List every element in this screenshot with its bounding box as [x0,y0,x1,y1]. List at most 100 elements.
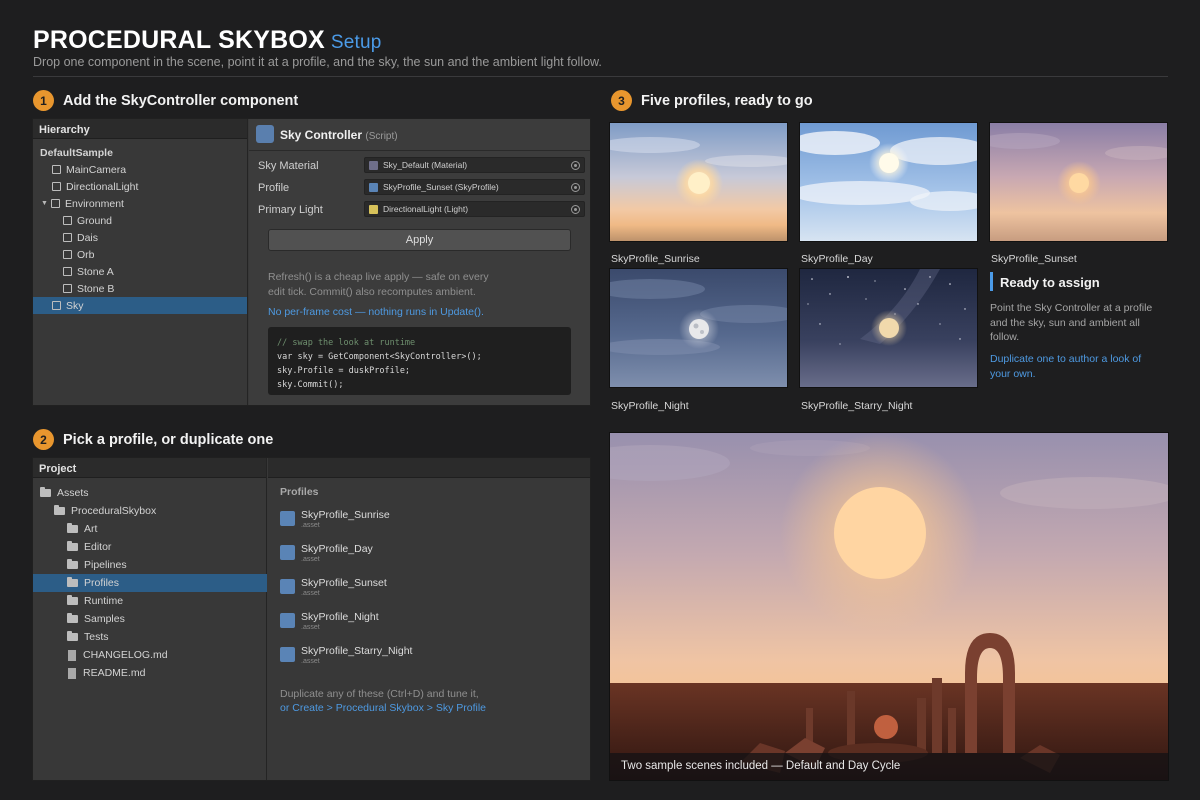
folder-icon [67,523,78,533]
gameobject-icon [63,233,72,242]
inspector-panel: Sky Controller (Script) Sky Material Sky… [249,119,590,405]
sky-profile-asset-icon [280,545,295,560]
duplicate-link[interactable]: Duplicate one to author a look of your o… [990,352,1160,381]
asset-skyprofile-night[interactable]: SkyProfile_Night .asset [280,611,379,631]
primary-light-field[interactable]: DirectionalLight (Light) [364,201,585,217]
file-changelog[interactable]: CHANGELOG.md [33,646,267,664]
primary-light-value: DirectionalLight (Light) [383,204,469,214]
sky-profile-asset-icon [280,647,295,662]
asset-skyprofile-starry-night[interactable]: SkyProfile_Starry_Night .asset [280,645,412,665]
sky-profile-asset-icon [280,511,295,526]
page-tagline: Drop one component in the scene, point i… [33,55,602,69]
folder-icon [54,505,65,515]
folder-label: Editor [84,541,112,553]
asset-name: SkyProfile_Day [301,543,373,555]
folder-icon [67,595,78,605]
folder-icon [67,613,78,623]
sky-material-field[interactable]: Sky_Default (Material) [364,157,585,173]
asset-skyprofile-sunrise[interactable]: SkyProfile_Sunrise .asset [280,509,390,529]
profile-field[interactable]: SkyProfile_Sunset (SkyProfile) [364,179,585,195]
document-icon [68,667,76,679]
night-sky-image [610,269,787,387]
profile-swatch-icon [369,182,378,192]
thumb-sunrise[interactable] [609,122,788,242]
asset-name: SkyProfile_Starry_Night [301,645,413,657]
object-picker-icon[interactable] [571,161,580,170]
thumb-night[interactable] [609,268,788,388]
thumb-starry-night[interactable] [799,268,978,388]
project-panel: Project Assets ProceduralSkybox Art Edit… [32,457,591,781]
hierarchy-header: Hierarchy [33,119,247,139]
folder-profiles[interactable]: Profiles [33,574,267,592]
day-sky-image [800,123,977,241]
folder-tests[interactable]: Tests [33,628,267,646]
code-line: sky.Profile = duskProfile; [277,366,411,376]
script-icon [256,125,274,143]
step-1-title: Add the SkyController component [63,92,299,109]
hero-scene-image: Two sample scenes included — Default and… [609,432,1169,781]
hierarchy-item-label: MainCamera [66,163,127,176]
hierarchy-item-orb[interactable]: Orb [33,246,247,263]
asset-skyprofile-day[interactable]: SkyProfile_Day .asset [280,543,373,563]
folder-samples[interactable]: Samples [33,610,267,628]
folder-icon [67,559,78,569]
step-2-heading: 2 Pick a profile, or duplicate one [33,429,273,450]
asset-skyprofile-sunset[interactable]: SkyProfile_Sunset .asset [280,577,387,597]
duplicate-hint: Duplicate any of these (Ctrl+D) and tune… [280,688,479,700]
folder-label: Runtime [84,595,124,607]
file-readme[interactable]: README.md [33,664,267,682]
folder-editor[interactable]: Editor [33,538,267,556]
hierarchy-item-label: DefaultSample [40,146,113,159]
folder-runtime[interactable]: Runtime [33,592,267,610]
step-2-title: Pick a profile, or duplicate one [63,431,274,448]
gameobject-icon [52,182,61,191]
hierarchy-item-label: Sky [66,299,84,312]
folder-label: Art [84,523,98,535]
hierarchy-item-dais[interactable]: Dais [33,229,247,246]
code-line: sky.Commit(); [277,380,344,390]
hierarchy-item-label: Stone B [77,282,115,295]
hierarchy-item-maincamera[interactable]: MainCamera [33,161,247,178]
component-title: Sky Controller (Script) [280,128,398,142]
light-swatch-icon [369,204,378,214]
hierarchy-item-ground[interactable]: Ground [33,212,247,229]
hierarchy-item-stone-a[interactable]: Stone A [33,263,247,280]
create-menu-link[interactable]: or Create > Procedural Skybox > Sky Prof… [280,701,580,716]
ready-accent-bar [990,272,993,291]
thumb-sunset[interactable] [989,122,1168,242]
sunrise-sky-image [610,123,787,241]
folder-assets[interactable]: Assets [33,484,267,502]
caption-night: SkyProfile_Night [611,400,689,412]
folder-icon [67,631,78,641]
hierarchy-item-label: DirectionalLight [66,180,139,193]
hierarchy-item-sky[interactable]: Sky [33,297,247,314]
object-picker-icon[interactable] [571,183,580,192]
apply-button[interactable]: Apply [268,229,571,251]
folder-proceduralskybox[interactable]: ProceduralSkybox [33,502,267,520]
hierarchy-item-directionallight[interactable]: DirectionalLight [33,178,247,195]
hierarchy-item-stone-b[interactable]: Stone B [33,280,247,297]
hierarchy-item-defaultsample[interactable]: DefaultSample [33,144,247,161]
hierarchy-item-label: Orb [77,248,95,261]
profile-label: Profile [258,182,290,194]
code-comment: // swap the look at runtime [277,338,416,348]
caption-sunrise: SkyProfile_Sunrise [611,253,700,265]
folder-pipelines[interactable]: Pipelines [33,556,267,574]
per-frame-link[interactable]: No per-frame cost — nothing runs in Upda… [268,305,484,320]
hierarchy-item-label: Dais [77,231,99,244]
header-divider [33,76,1168,77]
thumb-day[interactable] [799,122,978,242]
object-picker-icon[interactable] [571,205,580,214]
hierarchy-item-environment[interactable]: ▼ Environment [33,195,247,212]
ready-text: Point the Sky Controller at a profile an… [990,302,1153,343]
folder-icon [67,541,78,551]
caption-day: SkyProfile_Day [801,253,873,265]
folder-art[interactable]: Art [33,520,267,538]
starry-night-sky-image [800,269,977,387]
editor-panel-1: Hierarchy DefaultSample MainCamera Direc… [32,118,591,406]
step-1-badge: 1 [33,90,54,111]
page-subtitle: Setup [330,32,382,53]
document-icon [68,649,76,661]
folder-label: ProceduralSkybox [71,505,157,517]
expand-triangle-icon[interactable]: ▼ [41,200,51,207]
